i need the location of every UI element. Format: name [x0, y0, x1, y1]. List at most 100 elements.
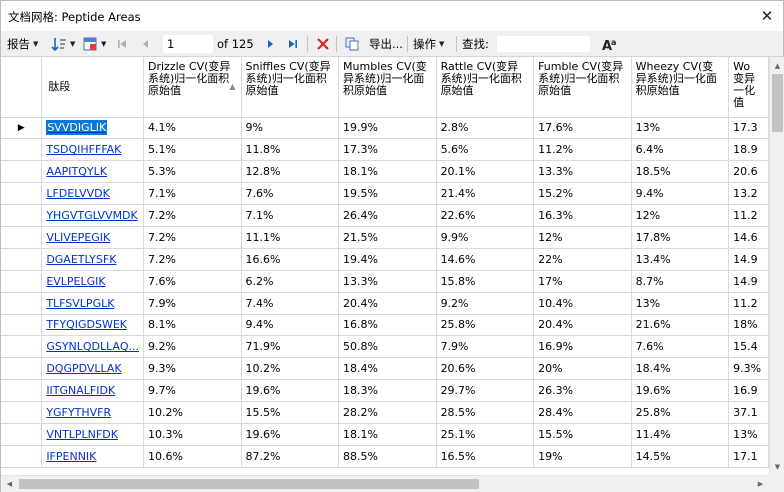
peptide-link[interactable]: VLIVEPEGIK: [46, 231, 110, 244]
cv-value-cell[interactable]: 12.8%: [241, 160, 340, 184]
cv-value-cell[interactable]: 37.1: [728, 401, 769, 424]
cv-value-cell[interactable]: 11.2%: [533, 138, 632, 162]
vertical-scroll-thumb[interactable]: [772, 74, 783, 132]
cv-value-cell[interactable]: 16.6%: [241, 248, 340, 271]
peptide-link[interactable]: EVLPELGIK: [46, 275, 105, 288]
cv-value-cell[interactable]: 4.1%: [143, 117, 242, 140]
cv-value-cell[interactable]: 19.9%: [338, 117, 437, 140]
cv-value-cell[interactable]: 7.1%: [241, 204, 340, 227]
cv-value-cell[interactable]: 7.6%: [631, 335, 730, 359]
cv-value-cell[interactable]: 21.6%: [631, 314, 730, 337]
scroll-right-icon[interactable]: ▶: [752, 476, 769, 492]
cv-value-cell[interactable]: 7.6%: [241, 182, 340, 206]
cv-value-cell[interactable]: 2.8%: [436, 117, 535, 140]
peptide-link[interactable]: GSYNLQDLLAQ...: [46, 340, 139, 353]
table-row[interactable]: GSYNLQDLLAQ... 9.2% 71.9% 50.8% 7.9% 16.9% 7.6…: [1, 335, 769, 359]
cv-value-cell[interactable]: 17%: [533, 270, 632, 293]
cv-value-cell[interactable]: 14.6%: [436, 248, 535, 271]
peptide-link[interactable]: YHGVTGLVVMDK: [46, 209, 137, 222]
peptide-link[interactable]: DGAETLYSFK: [46, 253, 116, 266]
cv-value-cell[interactable]: 17.3: [728, 117, 769, 140]
peptide-link[interactable]: LFDELVVDK: [46, 187, 110, 200]
cv-value-cell[interactable]: 9%: [241, 117, 340, 140]
cv-value-cell[interactable]: 7.2%: [143, 248, 242, 271]
cv-value-cell[interactable]: 13%: [631, 117, 730, 140]
cv-value-cell[interactable]: 19.6%: [241, 379, 340, 403]
cv-value-cell[interactable]: 11.1%: [241, 226, 340, 249]
cv-value-cell[interactable]: 16.5%: [436, 445, 535, 468]
vertical-scrollbar[interactable]: ▲ ▼: [769, 57, 784, 475]
cv-value-cell[interactable]: 5.1%: [143, 138, 242, 162]
row-selector[interactable]: [1, 160, 43, 184]
cv-value-cell[interactable]: 88.5%: [338, 445, 437, 468]
cv-value-cell[interactable]: 17.6%: [533, 117, 632, 140]
cv-value-cell[interactable]: 22.6%: [436, 204, 535, 227]
cv-value-cell[interactable]: 7.1%: [143, 182, 242, 206]
cv-value-cell[interactable]: 13.3%: [533, 160, 632, 184]
row-selector[interactable]: [1, 379, 43, 403]
cv-value-cell[interactable]: 7.6%: [143, 270, 242, 293]
close-icon[interactable]: ✕: [751, 1, 783, 31]
cv-value-cell[interactable]: 28.2%: [338, 401, 437, 424]
cv-value-cell[interactable]: 25.8%: [631, 401, 730, 424]
cv-value-cell[interactable]: 7.9%: [436, 335, 535, 359]
delete-icon[interactable]: [313, 31, 333, 57]
layout-tool-dropdown[interactable]: ▼: [82, 31, 106, 57]
row-selector[interactable]: [1, 423, 43, 446]
record-position-input[interactable]: [163, 35, 213, 53]
cv-value-cell[interactable]: 50.8%: [338, 335, 437, 359]
peptide-link[interactable]: TSDQIHFFFAK: [46, 143, 121, 156]
cv-value-cell[interactable]: 13%: [728, 423, 769, 446]
cv-value-cell[interactable]: 19.6%: [241, 423, 340, 446]
cv-value-cell[interactable]: 28.4%: [533, 401, 632, 424]
cv-value-cell[interactable]: 18.4%: [631, 357, 730, 381]
cv-value-cell[interactable]: 15.5%: [533, 423, 632, 446]
column-header-drizzle-cv[interactable]: Drizzle CV(变异系统)归一化面积原始值 ▲: [143, 57, 242, 118]
cv-value-cell[interactable]: 71.9%: [241, 335, 340, 359]
cv-value-cell[interactable]: 29.7%: [436, 379, 535, 403]
row-selector[interactable]: [1, 226, 43, 249]
cv-value-cell[interactable]: 11.2: [728, 292, 769, 315]
cv-value-cell[interactable]: 16.9: [728, 379, 769, 403]
cv-value-cell[interactable]: 17.3%: [338, 138, 437, 162]
actions-dropdown[interactable]: 操作 ▼: [413, 31, 444, 57]
row-selector[interactable]: [1, 182, 43, 206]
table-row[interactable]: LFDELVVDK 7.1% 7.6% 19.5% 21.4% 15.2% 9.4% 13.2: [1, 182, 769, 206]
cv-value-cell[interactable]: 15.5%: [241, 401, 340, 424]
cv-value-cell[interactable]: 20.4%: [533, 314, 632, 337]
cv-value-cell[interactable]: 25.8%: [436, 314, 535, 337]
table-row[interactable]: YGFYTHVFR 10.2% 15.5% 28.2% 28.5% 28.4% 25.8% 3…: [1, 401, 769, 424]
row-selector[interactable]: [1, 292, 43, 315]
row-selector[interactable]: [1, 138, 43, 162]
cv-value-cell[interactable]: 14.5%: [631, 445, 730, 468]
cv-value-cell[interactable]: 20.6: [728, 160, 769, 184]
cv-value-cell[interactable]: 18.1%: [338, 160, 437, 184]
cv-value-cell[interactable]: 10.2%: [143, 401, 242, 424]
table-row[interactable]: IITGNALFIDK 9.7% 19.6% 18.3% 29.7% 26.3% 19.6%…: [1, 379, 769, 403]
table-row[interactable]: ▶ SVVDIGLIK 4.1% 9% 19.9% 2.8% 17.6% 13% 17.3: [1, 117, 769, 140]
cv-value-cell[interactable]: 18.3%: [338, 379, 437, 403]
table-row[interactable]: TFYQIGDSWEK 8.1% 9.4% 16.8% 25.8% 20.4% 21.6% 1…: [1, 314, 769, 337]
cv-value-cell[interactable]: 14.9: [728, 270, 769, 293]
cv-value-cell[interactable]: 16.3%: [533, 204, 632, 227]
cv-value-cell[interactable]: 15.8%: [436, 270, 535, 293]
peptide-link[interactable]: IITGNALFIDK: [46, 384, 115, 397]
peptide-link[interactable]: IFPENNIK: [46, 450, 96, 463]
peptide-link[interactable]: AAPITQYLK: [46, 165, 107, 178]
cv-value-cell[interactable]: 11.2: [728, 204, 769, 227]
scroll-down-icon[interactable]: ▼: [770, 458, 784, 475]
cv-value-cell[interactable]: 9.3%: [143, 357, 242, 381]
column-header-wo-cv[interactable]: Wo 变异一化值: [728, 57, 769, 118]
peptide-link[interactable]: YGFYTHVFR: [46, 406, 111, 419]
column-header-mumbles-cv[interactable]: Mumbles CV(变异系统)归一化面积原始值: [338, 57, 437, 118]
cv-value-cell[interactable]: 9.2%: [143, 335, 242, 359]
cv-value-cell[interactable]: 12%: [631, 204, 730, 227]
cv-value-cell[interactable]: 9.9%: [436, 226, 535, 249]
cv-value-cell[interactable]: 11.8%: [241, 138, 340, 162]
cv-value-cell[interactable]: 15.2%: [533, 182, 632, 206]
cv-value-cell[interactable]: 9.7%: [143, 379, 242, 403]
cv-value-cell[interactable]: 26.4%: [338, 204, 437, 227]
column-header-sniffles-cv[interactable]: Sniffles CV(变异系统)归一化面积原始值: [241, 57, 340, 118]
table-row[interactable]: EVLPELGIK 7.6% 6.2% 13.3% 15.8% 17% 8.7% 14.9: [1, 270, 769, 293]
cv-value-cell[interactable]: 5.6%: [436, 138, 535, 162]
